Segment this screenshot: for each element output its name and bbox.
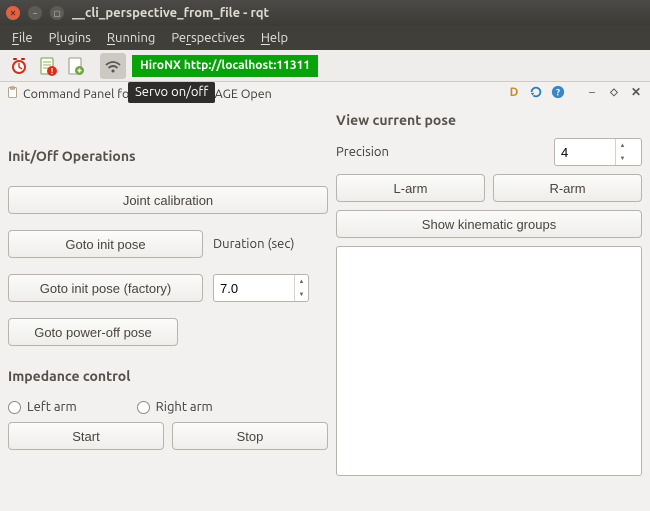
panel-body: Init/Off Operations Joint calibration Go… — [0, 106, 650, 484]
ros-master-label[interactable]: HiroNX http://localhost:11311 — [132, 55, 318, 77]
d-icon[interactable]: D — [506, 84, 522, 100]
rarm-button[interactable]: R-arm — [493, 174, 642, 202]
menu-perspectives[interactable]: Perspectives — [171, 31, 245, 45]
help-icon[interactable]: ? — [550, 84, 566, 100]
refresh-icon[interactable] — [528, 84, 544, 100]
plugin-tab-row: Command Panel for Hironx / NEXTAGE Open … — [0, 82, 650, 106]
menu-running[interactable]: Running — [107, 31, 155, 45]
right-arm-radio[interactable]: Right arm — [137, 400, 213, 414]
duration-label: Duration (sec) — [213, 237, 295, 251]
red-clock-icon[interactable] — [6, 53, 32, 79]
menu-file[interactable]: File — [12, 31, 33, 45]
radio-icon — [8, 401, 21, 414]
undock-icon[interactable]: ◇ — [606, 84, 622, 100]
precision-label: Precision — [336, 145, 389, 159]
impedance-stop-button[interactable]: Stop — [172, 422, 328, 450]
window-maximize-button[interactable]: ▢ — [50, 6, 64, 20]
menu-help[interactable]: Help — [261, 31, 288, 45]
menu-bar: File Plugins Running Perspectives Help — [0, 26, 650, 50]
minimize-dock-icon[interactable]: – — [584, 84, 600, 100]
precision-step-down[interactable]: ▼ — [616, 152, 629, 165]
left-arm-radio[interactable]: Left arm — [8, 400, 77, 414]
svg-text:?: ? — [556, 88, 560, 98]
impedance-header: Impedance control — [8, 368, 328, 384]
window-title: __cli_perspective_from_file - rqt — [72, 6, 269, 20]
precision-step-up[interactable]: ▲ — [616, 139, 629, 152]
precision-spinbox[interactable]: ▲ ▼ — [554, 138, 642, 166]
goto-init-pose-factory-button[interactable]: Goto init pose (factory) — [8, 274, 203, 302]
document-add-icon[interactable] — [62, 53, 88, 79]
duration-input[interactable] — [214, 275, 294, 301]
toolbar: ! HiroNX http://localhost:11311 — [0, 50, 650, 82]
wifi-icon[interactable] — [100, 53, 126, 79]
tooltip: Servo on/off — [128, 82, 215, 103]
larm-button[interactable]: L-arm — [336, 174, 485, 202]
impedance-start-button[interactable]: Start — [8, 422, 164, 450]
close-dock-icon[interactable]: ✕ — [628, 84, 644, 100]
pose-output-textbox[interactable] — [336, 246, 642, 476]
duration-step-up[interactable]: ▲ — [295, 275, 308, 288]
view-pose-header: View current pose — [336, 112, 642, 128]
window-titlebar: ✕ – ▢ __cli_perspective_from_file - rqt — [0, 0, 650, 26]
svg-text:!: ! — [51, 67, 53, 76]
menu-plugins[interactable]: Plugins — [49, 31, 91, 45]
radio-icon — [137, 401, 150, 414]
document-icon[interactable]: ! — [34, 53, 60, 79]
joint-calibration-button[interactable]: Joint calibration — [8, 186, 328, 214]
clipboard-icon — [6, 86, 19, 102]
window-close-button[interactable]: ✕ — [6, 6, 20, 20]
goto-poweroff-pose-button[interactable]: Goto power-off pose — [8, 318, 178, 346]
show-kinematic-groups-button[interactable]: Show kinematic groups — [336, 210, 642, 238]
goto-init-pose-button[interactable]: Goto init pose — [8, 230, 203, 258]
duration-step-down[interactable]: ▼ — [295, 288, 308, 301]
window-minimize-button[interactable]: – — [28, 6, 42, 20]
init-off-header: Init/Off Operations — [8, 148, 328, 164]
duration-spinbox[interactable]: ▲ ▼ — [213, 274, 309, 302]
precision-input[interactable] — [555, 139, 615, 165]
